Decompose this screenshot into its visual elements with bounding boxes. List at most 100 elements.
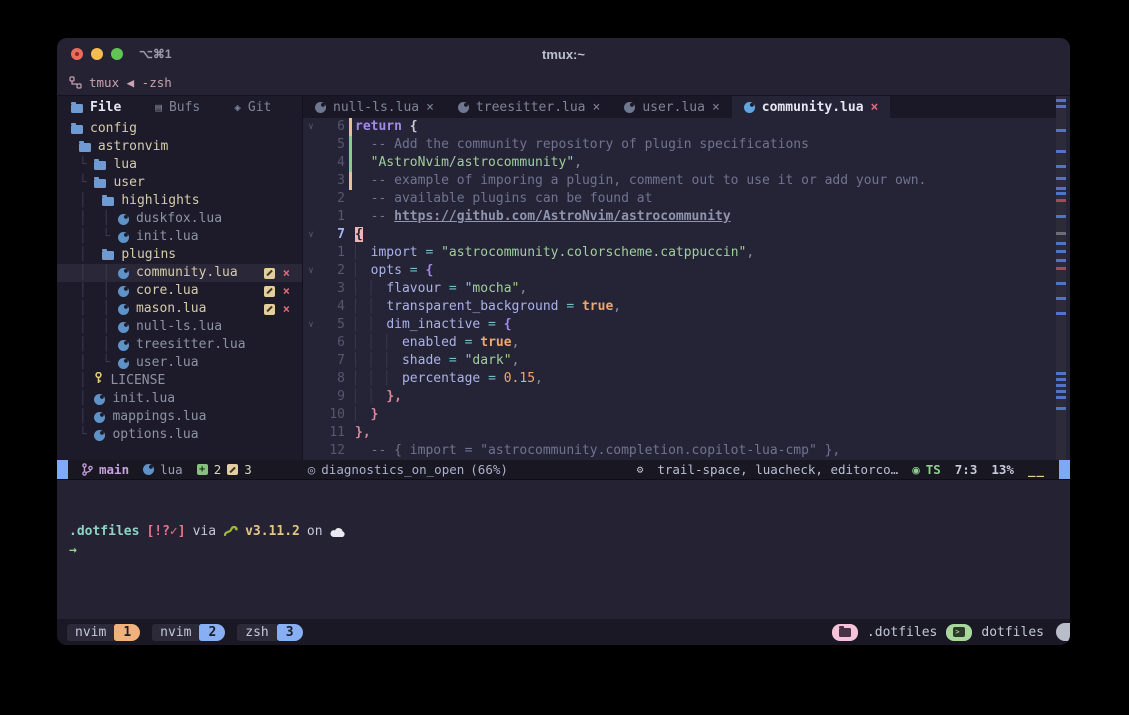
- tree-item-label: astronvim: [98, 138, 168, 156]
- gitsign-column: [345, 118, 355, 136]
- tree-item-init.lua[interactable]: │ └ init.lua: [57, 228, 302, 246]
- code-area[interactable]: ∨6return {5 -- Add the community reposit…: [303, 118, 1056, 460]
- code-text: "AstroNvim/astrocommunity",: [355, 154, 1056, 172]
- tmux-window-index: 3: [277, 624, 303, 641]
- close-icon[interactable]: ×: [712, 100, 720, 115]
- close-icon[interactable]: ×: [593, 100, 601, 115]
- tmux-window-name: nvim: [152, 624, 199, 641]
- folder-icon: [71, 104, 83, 113]
- tree-item-label: config: [90, 120, 137, 138]
- code-text: ▏ import = "astrocommunity.colorscheme.c…: [355, 244, 1056, 262]
- fold-column: [303, 370, 319, 388]
- terminal-tab-bar[interactable]: tmux ◀ -zsh: [57, 70, 1070, 96]
- scrollbar-mark: [1056, 282, 1066, 285]
- git-added-icon: +: [197, 464, 208, 475]
- tree-guide: │ └: [71, 228, 118, 246]
- tree-tab-file[interactable]: File: [71, 99, 121, 117]
- gitsign-column: [345, 280, 355, 298]
- tree-item-label: null-ls.lua: [136, 318, 222, 336]
- tree-item-label: user: [113, 174, 144, 192]
- editor-column: null-ls.lua×treesitter.lua×user.lua×comm…: [303, 96, 1056, 460]
- code-token: import: [371, 245, 418, 260]
- tmux-window-2[interactable]: nvim2: [152, 624, 225, 641]
- tmux-window-3[interactable]: zsh3: [237, 624, 302, 641]
- git-branch-name[interactable]: main: [99, 462, 129, 477]
- scrollbar-mark: [1056, 390, 1066, 393]
- tree-item-treesitter.lua[interactable]: │ │ treesitter.lua: [57, 336, 302, 354]
- line-number: 7: [319, 352, 345, 370]
- fold-marker-icon[interactable]: ∨: [303, 316, 319, 334]
- fold-marker-icon[interactable]: ∨: [303, 118, 319, 136]
- code-token: }: [371, 407, 379, 422]
- gitsign-bar: [349, 154, 352, 172]
- code-line: 1 -- https://github.com/AstroNvim/astroc…: [303, 208, 1056, 226]
- tree-item-mappings.lua[interactable]: │ mappings.lua: [57, 408, 302, 426]
- line-number: 3: [319, 172, 345, 190]
- buffer-tab-null-ls.lua[interactable]: null-ls.lua×: [303, 96, 446, 118]
- tree-tab-git[interactable]: ◈Git: [234, 99, 271, 117]
- scrollbar-mark: [1056, 242, 1066, 245]
- lsp-clients-label[interactable]: trail-space, luacheck, editorco…: [657, 462, 898, 477]
- shell-pane[interactable]: .dotfiles [!?✓] via v3.11.2 on →: [57, 480, 1070, 619]
- tree-item-astronvim[interactable]: astronvim: [57, 138, 302, 156]
- diagnostics-label[interactable]: diagnostics_on_open: [321, 462, 464, 477]
- gitsign-column: [345, 388, 355, 406]
- code-token: "AstroNvim/astrocommunity": [371, 155, 575, 170]
- code-token: =: [457, 335, 480, 350]
- shell-prompt-arrow[interactable]: →: [69, 541, 77, 560]
- close-icon[interactable]: ×: [426, 100, 434, 115]
- folder-icon: [102, 197, 114, 206]
- tree-item-null-ls.lua[interactable]: │ │ null-ls.lua: [57, 318, 302, 336]
- tree-item-duskfox.lua[interactable]: │ │ duskfox.lua: [57, 210, 302, 228]
- close-icon[interactable]: ×: [871, 100, 879, 115]
- code-token: opts: [371, 263, 402, 278]
- gitsign-column: [345, 334, 355, 352]
- tree-item-init.lua[interactable]: │ init.lua: [57, 390, 302, 408]
- tree-item-user[interactable]: └ user: [57, 174, 302, 192]
- tree-item-highlights[interactable]: │ highlights: [57, 192, 302, 210]
- gitsign-column: [345, 172, 355, 190]
- tree-item-LICENSE[interactable]: │ LICENSE: [57, 372, 302, 390]
- tree-guide: │ │: [71, 264, 118, 282]
- tree-item-core.lua[interactable]: │ │ core.lua×: [57, 282, 302, 300]
- scrollbar-mark: [1056, 192, 1066, 195]
- code-text: ▏ ▏ transparent_background = true,: [355, 298, 1056, 316]
- code-line: 4 "AstroNvim/astrocommunity",: [303, 154, 1056, 172]
- tmux-window-1[interactable]: nvim1: [67, 624, 140, 641]
- tree-item-user.lua[interactable]: │ └ user.lua: [57, 354, 302, 372]
- lua-file-icon: [118, 340, 129, 351]
- fold-column: [303, 406, 319, 424]
- code-token: return: [355, 119, 402, 134]
- tree-tab-bufs[interactable]: ▤Bufs: [155, 99, 200, 117]
- tmux-status-bar: nvim1 nvim2 zsh3 .dotfiles > dotfiles: [57, 619, 1070, 645]
- fold-marker-icon[interactable]: ∨: [303, 226, 319, 244]
- line-number: 2: [319, 190, 345, 208]
- gitsign-column: [345, 136, 355, 154]
- tree-item-config[interactable]: config: [57, 120, 302, 138]
- code-token: ▏: [355, 407, 371, 422]
- code-token: =: [402, 263, 425, 278]
- line-number: 5: [319, 136, 345, 154]
- code-token: },: [386, 389, 402, 404]
- via-label: via: [193, 522, 216, 541]
- fold-marker-icon[interactable]: ∨: [303, 262, 319, 280]
- scrollbar-mark: [1056, 165, 1066, 168]
- code-line: 6▏ ▏ ▏ enabled = true,: [303, 334, 1056, 352]
- buffer-tab-user.lua[interactable]: user.lua×: [612, 96, 731, 118]
- tree-item-community.lua[interactable]: │ │ community.lua×: [57, 264, 302, 282]
- tree-item-plugins[interactable]: │ plugins: [57, 246, 302, 264]
- code-text: ▏ }: [355, 406, 1056, 424]
- tree-item-options.lua[interactable]: └ options.lua: [57, 426, 302, 444]
- tree-item-mason.lua[interactable]: │ │ mason.lua×: [57, 300, 302, 318]
- tmux-window-list: nvim1 nvim2 zsh3: [67, 624, 315, 641]
- tree-guide: │: [71, 192, 102, 210]
- git-modified-icon: [264, 268, 275, 279]
- tree-guide: │ │: [71, 282, 118, 300]
- scrollbar[interactable]: [1056, 96, 1066, 460]
- tree-item-lua[interactable]: └ lua: [57, 156, 302, 174]
- code-token: ,: [613, 299, 621, 314]
- buffer-tab-treesitter.lua[interactable]: treesitter.lua×: [446, 96, 612, 118]
- tmux-session-info: .dotfiles > dotfiles: [832, 624, 1070, 641]
- buffer-tab-community.lua[interactable]: community.lua×: [732, 96, 891, 118]
- fold-column: [303, 136, 319, 154]
